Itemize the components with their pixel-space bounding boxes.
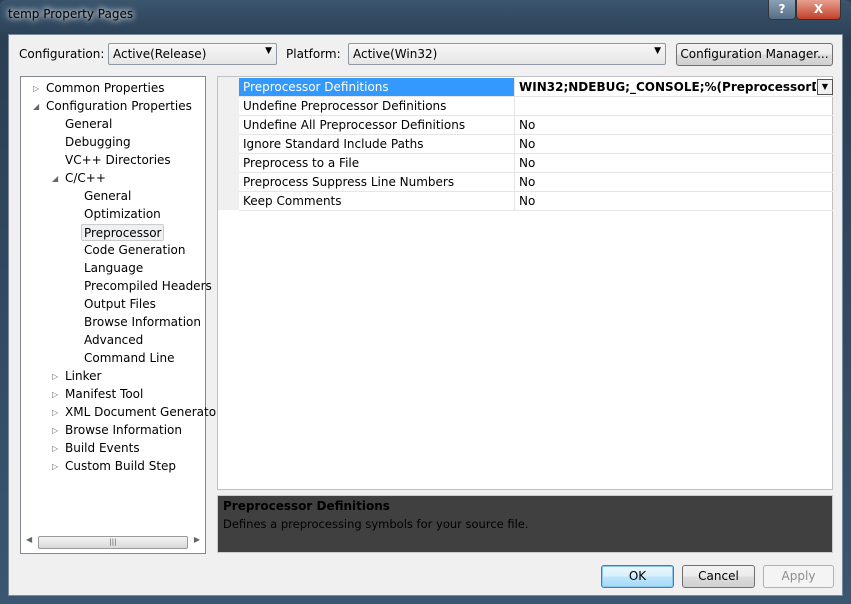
property-row[interactable]: Preprocess Suppress Line Numbers No bbox=[239, 173, 833, 192]
tree-item[interactable]: Code Generation bbox=[84, 242, 185, 259]
property-name: Preprocess Suppress Line Numbers bbox=[239, 173, 515, 191]
property-name: Undefine All Preprocessor Definitions bbox=[239, 116, 515, 134]
platform-value: Active(Win32) bbox=[353, 47, 438, 61]
configuration-combo[interactable]: Active(Release) ▼ bbox=[108, 43, 277, 65]
platform-combo[interactable]: Active(Win32) ▼ bbox=[348, 43, 666, 65]
property-value[interactable]: No bbox=[516, 154, 833, 172]
property-row[interactable]: Undefine Preprocessor Definitions bbox=[239, 97, 833, 116]
configuration-label: Configuration: bbox=[19, 47, 105, 61]
expanded-arrow-icon[interactable]: ◢ bbox=[33, 98, 39, 115]
horizontal-scrollbar[interactable]: ◀ ||| ▶ bbox=[24, 535, 202, 550]
scroll-right-icon[interactable]: ▶ bbox=[194, 535, 200, 544]
configuration-manager-button[interactable]: Configuration Manager... bbox=[676, 43, 833, 66]
collapsed-arrow-icon[interactable]: ▷ bbox=[52, 386, 58, 403]
tree-item[interactable]: Linker bbox=[65, 368, 101, 385]
platform-label: Platform: bbox=[286, 47, 341, 61]
tree-item[interactable]: Manifest Tool bbox=[65, 386, 143, 403]
tree-item[interactable]: C/C++ bbox=[65, 170, 106, 187]
dialog-window: temp Property Pages ? X Configuration: A… bbox=[0, 0, 851, 604]
property-row[interactable]: Undefine All Preprocessor Definitions No bbox=[239, 116, 833, 135]
collapsed-arrow-icon[interactable]: ▷ bbox=[52, 404, 58, 421]
property-name: Ignore Standard Include Paths bbox=[239, 135, 515, 153]
tree-item[interactable]: General bbox=[65, 116, 112, 133]
collapsed-arrow-icon[interactable]: ▷ bbox=[52, 458, 58, 475]
grid-gutter bbox=[218, 77, 239, 210]
property-row[interactable]: Preprocessor Definitions WIN32;NDEBUG;_CO… bbox=[239, 78, 833, 97]
tree-item[interactable]: Precompiled Headers bbox=[84, 278, 212, 295]
property-row[interactable]: Ignore Standard Include Paths No bbox=[239, 135, 833, 154]
chevron-down-icon: ▼ bbox=[654, 46, 661, 56]
property-row[interactable]: Keep Comments No bbox=[239, 192, 833, 211]
tree-item[interactable]: Custom Build Step bbox=[65, 458, 176, 475]
tree-item[interactable]: XML Document Generator bbox=[65, 404, 221, 421]
description-pane: Preprocessor Definitions Defines a prepr… bbox=[217, 495, 833, 553]
description-text: Defines a preprocessing symbols for your… bbox=[223, 517, 529, 531]
tree-item[interactable]: Output Files bbox=[84, 296, 156, 313]
collapsed-arrow-icon[interactable]: ▷ bbox=[52, 440, 58, 457]
chevron-down-icon[interactable]: ▼ bbox=[817, 79, 833, 95]
tree-item[interactable]: Configuration Properties bbox=[46, 98, 192, 115]
property-value[interactable]: WIN32;NDEBUG;_CONSOLE;%(PreprocessorDefi… bbox=[516, 78, 816, 96]
chevron-down-icon: ▼ bbox=[265, 46, 272, 56]
close-button[interactable]: X bbox=[796, 0, 841, 20]
collapsed-arrow-icon[interactable]: ▷ bbox=[52, 422, 58, 439]
property-name: Preprocess to a File bbox=[239, 154, 515, 172]
configuration-value: Active(Release) bbox=[113, 47, 207, 61]
tree-item[interactable]: Optimization bbox=[84, 206, 161, 223]
tree-item[interactable]: Advanced bbox=[84, 332, 143, 349]
tree-item[interactable]: Build Events bbox=[65, 440, 140, 457]
ok-button[interactable]: OK bbox=[601, 565, 674, 588]
apply-button[interactable]: Apply bbox=[763, 565, 834, 588]
tree-item[interactable]: Command Line bbox=[84, 350, 175, 367]
property-tree[interactable]: ◀ ||| ▶ ▷ Common Properties ◢ Configuration… bbox=[20, 76, 221, 554]
expanded-arrow-icon[interactable]: ◢ bbox=[52, 170, 58, 187]
property-name: Preprocessor Definitions bbox=[239, 78, 515, 96]
help-button[interactable]: ? bbox=[768, 0, 796, 20]
client-area: Configuration: Active(Release) ▼ Platform… bbox=[8, 34, 843, 596]
property-name: Keep Comments bbox=[239, 192, 515, 210]
tree-item[interactable]: Browse Information bbox=[84, 314, 201, 331]
property-name: Undefine Preprocessor Definitions bbox=[239, 97, 515, 115]
tree-item[interactable]: General bbox=[84, 188, 131, 205]
property-value[interactable]: No bbox=[516, 116, 833, 134]
tree-item[interactable]: Language bbox=[84, 260, 143, 277]
tree-item[interactable]: Common Properties bbox=[46, 80, 165, 97]
property-value[interactable]: No bbox=[516, 192, 833, 210]
property-row[interactable]: Preprocess to a File No bbox=[239, 154, 833, 173]
tree-item[interactable]: Debugging bbox=[65, 134, 131, 151]
cancel-button[interactable]: Cancel bbox=[682, 565, 755, 588]
property-value[interactable]: No bbox=[516, 173, 833, 191]
scroll-thumb[interactable]: ||| bbox=[38, 536, 188, 549]
scroll-left-icon[interactable]: ◀ bbox=[26, 535, 32, 544]
tree-item[interactable]: Preprocessor bbox=[81, 224, 165, 241]
tree-item[interactable]: Browse Information bbox=[65, 422, 182, 439]
window-title: temp Property Pages bbox=[8, 7, 134, 21]
description-title: Preprocessor Definitions bbox=[223, 499, 390, 513]
collapsed-arrow-icon[interactable]: ▷ bbox=[52, 368, 58, 385]
tree-item[interactable]: VC++ Directories bbox=[65, 152, 171, 169]
property-value[interactable]: No bbox=[516, 135, 833, 153]
collapsed-arrow-icon[interactable]: ▷ bbox=[33, 80, 39, 97]
property-grid: Preprocessor Definitions WIN32;NDEBUG;_CO… bbox=[217, 76, 833, 490]
